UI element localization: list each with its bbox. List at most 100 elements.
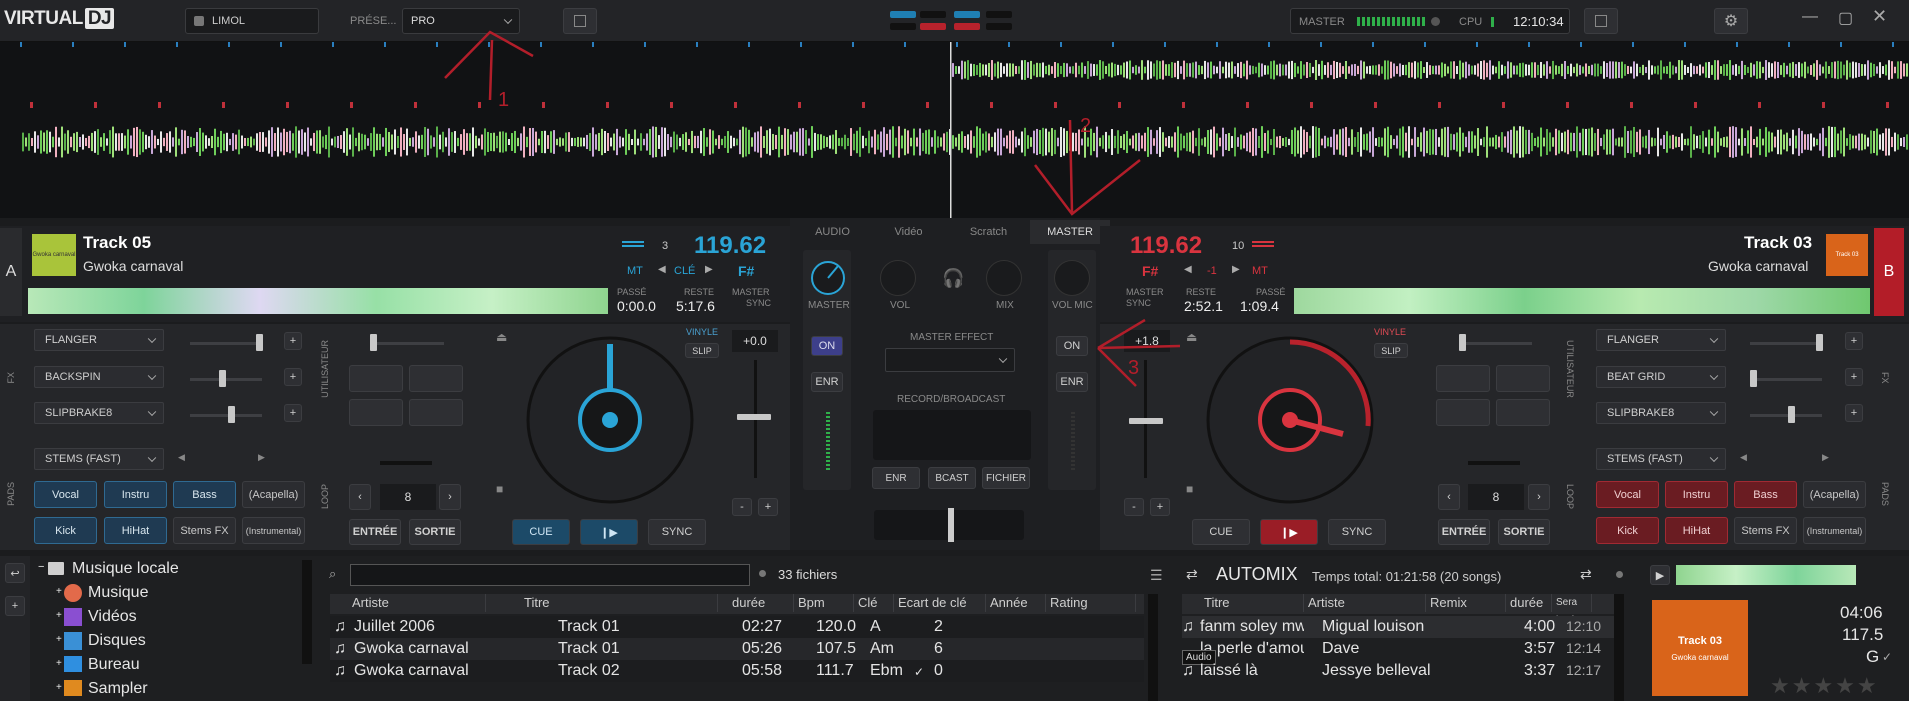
box-icon-button[interactable] (563, 8, 597, 34)
pitch-minus-button[interactable]: - (732, 498, 752, 516)
pad-kick[interactable]: Kick (34, 517, 97, 544)
loop-out-button[interactable]: SORTIE (409, 519, 461, 545)
user-pad-4[interactable] (409, 399, 463, 426)
mic-right-on-button[interactable]: ON (1056, 336, 1088, 356)
pad-instrumental[interactable]: (Instrumental) (242, 517, 305, 544)
fx3-slider-thumb[interactable] (228, 406, 235, 423)
deck-a-stop-icon[interactable]: ■ (496, 482, 503, 496)
tree-scrollbar[interactable] (302, 560, 312, 664)
col-duration[interactable]: durée (1506, 594, 1552, 612)
minimize-icon[interactable]: — (1802, 8, 1818, 26)
deck-b-letter[interactable]: B (1874, 228, 1904, 316)
pad-instru[interactable]: Instru (104, 481, 167, 508)
deck-b-sync-button[interactable]: SYNC (1328, 519, 1386, 545)
deck-b-slip-button[interactable]: SLIP (1374, 343, 1408, 358)
tree-collapse-icon[interactable]: − (38, 561, 44, 573)
pads-prev-icon[interactable]: ◀ (178, 452, 185, 463)
preview-waveform[interactable] (1676, 565, 1856, 585)
tree-item-sampler[interactable]: Sampler (88, 680, 148, 698)
fx2-slider-thumb[interactable] (219, 370, 226, 387)
pad-hihat[interactable]: HiHat (104, 517, 167, 544)
user-pad-3[interactable] (349, 399, 403, 426)
fx3-slider-thumb[interactable] (1788, 406, 1795, 423)
fx2-add-button[interactable]: + (284, 368, 302, 386)
mic-left-rec-button[interactable]: ENR (811, 372, 843, 392)
user-pad-4[interactable] (1496, 399, 1550, 426)
tree-expand-icon[interactable]: + (56, 634, 62, 645)
table-row[interactable]: ♫ Juillet 2006 Track 01 02:27 120.0 A 2 (330, 616, 1144, 638)
deck-a-stems-select[interactable]: STEMS (FAST) (34, 448, 164, 470)
pitch-minus-button[interactable]: - (1124, 498, 1144, 516)
deck-b-mt-button[interactable]: MT (1252, 265, 1268, 277)
pitch-plus-button[interactable]: + (758, 498, 778, 516)
pads-next-icon[interactable]: ▶ (1822, 452, 1829, 463)
fx1-slider-thumb[interactable] (1816, 334, 1823, 351)
tree-item-local-music[interactable]: Musique locale (72, 560, 179, 578)
col-year[interactable]: Année (986, 594, 1046, 612)
crossfader-thumb[interactable] (948, 508, 954, 542)
deck-a-play-button[interactable]: ❙▶ (580, 519, 638, 545)
fx1-slider-thumb[interactable] (256, 334, 263, 351)
master-effect-select[interactable] (885, 348, 1015, 372)
col-remix[interactable]: Remix (1426, 594, 1506, 612)
file-button[interactable]: FICHIER (982, 467, 1030, 489)
user-pad-1[interactable] (349, 365, 403, 392)
list-item[interactable]: la perle d'amour Dave 3:57 12:14 (1182, 638, 1614, 660)
pads-prev-icon[interactable]: ◀ (1740, 452, 1747, 463)
calendar-button[interactable] (1584, 8, 1618, 34)
automix-scrollbar[interactable] (1614, 594, 1624, 701)
mic-right-rec-button[interactable]: ENR (1056, 372, 1088, 392)
mix-knob[interactable] (986, 260, 1022, 296)
deck-a-fx1-select[interactable]: FLANGER (34, 329, 164, 351)
close-icon[interactable]: ✕ (1872, 6, 1887, 27)
layout-switcher[interactable] (888, 9, 1016, 35)
loop-double-button[interactable]: › (1528, 484, 1550, 510)
pad-vocal[interactable]: Vocal (34, 481, 97, 508)
fx1-slider[interactable] (190, 342, 262, 345)
preset-select[interactable]: PRO (402, 8, 520, 34)
list-item[interactable]: ♫ laissé là Jessye belleval 3:37 12:17 (1182, 660, 1614, 682)
fx3-add-button[interactable]: + (284, 404, 302, 422)
vol-knob[interactable] (880, 260, 916, 296)
rhythm-waveform[interactable] (0, 42, 1909, 218)
deck-b-pitch-thumb[interactable] (1129, 418, 1163, 424)
file-list-scrollbar[interactable] (1148, 594, 1158, 701)
deck-a-key-up[interactable]: ▶ (705, 264, 713, 275)
deck-b-eject-icon[interactable]: ⏏ (1186, 330, 1197, 344)
fx1-add-button[interactable]: + (284, 332, 302, 350)
tab-master[interactable]: MASTER (1030, 220, 1110, 244)
pad-bass[interactable]: Bass (1734, 481, 1797, 508)
deck-b-jog-wheel[interactable] (1198, 330, 1398, 530)
pad-instrumental[interactable]: (Instrumental) (1803, 517, 1866, 544)
deck-b-cue-button[interactable]: CUE (1192, 519, 1250, 545)
deck-a-cue-button[interactable]: CUE (512, 519, 570, 545)
col-artist[interactable]: Artiste (1304, 594, 1426, 612)
pad-stems-fx[interactable]: Stems FX (173, 517, 236, 544)
pad-vocal[interactable]: Vocal (1596, 481, 1659, 508)
automix-mode-icon[interactable]: ⇄ (1580, 566, 1592, 583)
deck-b-vinyl-button[interactable]: VINYLE (1374, 327, 1406, 337)
fx2-slider[interactable] (1750, 378, 1822, 381)
deck-a-eject-icon[interactable]: ⏏ (496, 330, 507, 344)
mic-left-on-button[interactable]: ON (811, 336, 843, 356)
shuffle-icon[interactable]: ⇄ (1186, 566, 1198, 583)
user-pad-1[interactable] (1436, 365, 1490, 392)
col-key[interactable]: Clé (854, 594, 894, 612)
loop-half-button[interactable]: ‹ (349, 484, 371, 510)
col-title[interactable]: Titre (520, 594, 718, 612)
pad-acapella[interactable]: (Acapella) (242, 481, 305, 508)
fx2-add-button[interactable]: + (1845, 368, 1863, 386)
user-slider[interactable] (372, 342, 444, 345)
master-knob[interactable] (808, 258, 848, 298)
user-pad-3[interactable] (1436, 399, 1490, 426)
tree-expand-icon[interactable]: + (56, 610, 62, 621)
col-artist[interactable]: Artiste (348, 594, 486, 612)
deck-a-mt-button[interactable]: MT (627, 265, 643, 277)
deck-a-letter[interactable]: A (0, 228, 22, 316)
pad-acapella[interactable]: (Acapella) (1803, 481, 1866, 508)
user-pad-2[interactable] (409, 365, 463, 392)
col-bpm[interactable]: Bpm (794, 594, 854, 612)
table-row[interactable]: ♫ Gwoka carnaval Track 02 05:58 111.7 Eb… (330, 660, 1144, 682)
preview-play-button[interactable]: ▶ (1650, 565, 1670, 585)
user-account-button[interactable]: LIMOL (185, 8, 319, 34)
